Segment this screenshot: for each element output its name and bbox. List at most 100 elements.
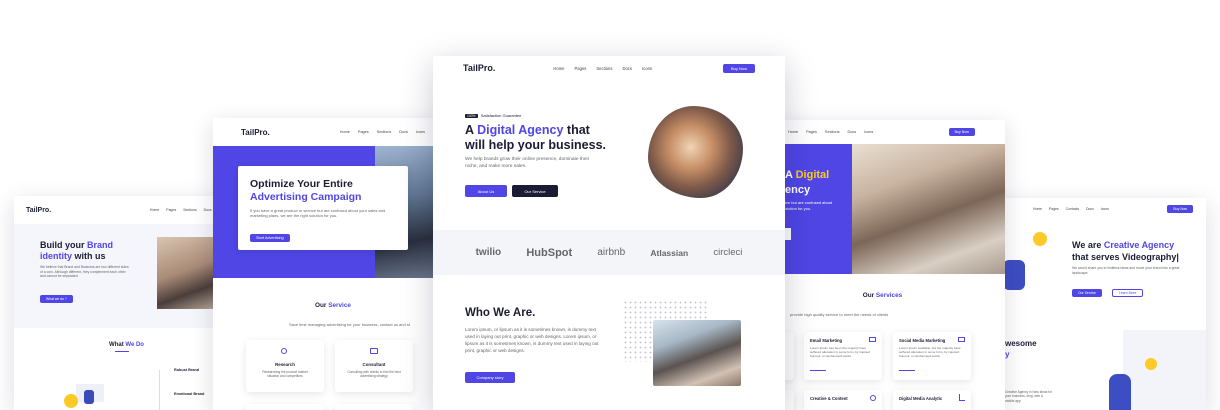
- brand-logo: circleci: [713, 247, 743, 258]
- what-we-do-button[interactable]: What we do ?: [40, 295, 73, 303]
- service-card-email[interactable]: Email Marketing Lorem Ipsum has been the…: [804, 332, 882, 380]
- service-card[interactable]: [246, 404, 324, 410]
- section-underline: [115, 351, 129, 352]
- menu-contacts[interactable]: Contacts: [1066, 207, 1079, 211]
- menu-pages[interactable]: Pages: [806, 130, 817, 134]
- menu-home[interactable]: Home: [788, 130, 798, 134]
- card-description: Lorem Ipsum available, but the majority …: [899, 346, 961, 359]
- start-advertising-button[interactable]: Start Advertising: [250, 234, 290, 242]
- section-title: What We Do: [109, 342, 144, 348]
- hero-photo: [852, 144, 1005, 274]
- hero-description: We believe that Brand and Business are t…: [40, 265, 129, 279]
- menu-icons[interactable]: Icons: [416, 130, 425, 134]
- section-description: Lorem ipsum, or lipsum as it is sometime…: [465, 327, 599, 353]
- mid-right-screenshot: Home Pages Sections Docs Icons Buy Now A…: [760, 120, 1005, 410]
- our-service-button[interactable]: Our Service: [512, 185, 558, 197]
- menu-docs[interactable]: Docs: [1086, 207, 1094, 211]
- service-card-creative[interactable]: Creative & Content: [804, 390, 882, 410]
- hero-description: We help brands grow their online presenc…: [465, 157, 590, 169]
- hero-title: A Digital Agency that will help your bus…: [465, 123, 607, 152]
- logo[interactable]: TailPro.: [241, 128, 270, 137]
- our-service-button[interactable]: Our Service: [1072, 289, 1102, 297]
- item-emotional-brand: Emotional Brand: [174, 392, 205, 396]
- feature-description: Creative Agency in New ideas for your bu…: [1005, 390, 1052, 403]
- hero-title: Optimize Your Entire Advertising Campaig…: [250, 178, 362, 203]
- menu-home[interactable]: Home: [150, 208, 159, 212]
- menu-docs[interactable]: Docs: [848, 130, 857, 134]
- card-title: Digital Media Analytic: [899, 396, 943, 401]
- card-title: Consultant: [362, 362, 386, 367]
- service-card-analytic[interactable]: Digital Media Analytic: [893, 390, 971, 410]
- section-title: Who We Are.: [465, 307, 536, 319]
- lightbulb-icon: [1145, 358, 1157, 370]
- brand-logo: Atlassian: [650, 247, 689, 258]
- hero-title: We are Creative Agency that serves Video…: [1072, 240, 1179, 262]
- service-card-research[interactable]: Research Researching the product market …: [246, 340, 324, 392]
- feature-background: [1123, 330, 1206, 410]
- illustration: [1003, 260, 1025, 290]
- company-story-button[interactable]: Company story: [465, 372, 515, 383]
- feature-title: wesome y: [1005, 339, 1037, 359]
- hero-description: If you have a great product or service b…: [250, 208, 386, 218]
- section-title: Our Services: [862, 292, 903, 299]
- menu-pages[interactable]: Pages: [166, 208, 176, 212]
- buy-now-button[interactable]: Buy Now: [948, 128, 975, 136]
- card-underline: [810, 370, 826, 371]
- main-menu: Home Pages Sections Docs Icons: [340, 130, 425, 134]
- menu-pages[interactable]: Pages: [1049, 207, 1059, 211]
- menu-docs[interactable]: Docs: [622, 66, 632, 71]
- chart-icon: [959, 394, 965, 401]
- menu-home[interactable]: Home: [553, 66, 564, 71]
- brand-logo: HubSpot: [526, 246, 573, 259]
- hero-description: ice but are confused about olution for y…: [785, 200, 833, 211]
- service-card[interactable]: [335, 404, 413, 410]
- buy-now-button[interactable]: Buy Now: [722, 63, 755, 73]
- center-screenshot: TailPro. Home Pages Sections Docs Icons …: [433, 56, 785, 410]
- hero-description: We would share you to limitless ideas an…: [1072, 266, 1180, 275]
- mid-left-screenshot: TailPro. Home Pages Sections Docs Icons …: [213, 118, 453, 410]
- menu-icons[interactable]: Icons: [864, 130, 873, 134]
- brand-logo: airbnb: [597, 247, 626, 258]
- item-robust-brand: Robust Brand: [174, 368, 200, 372]
- illustration: [62, 376, 108, 410]
- person-illustration: [1109, 374, 1131, 410]
- search-icon: [281, 348, 287, 354]
- card-description: Lorem Ipsum has been the majority have s…: [810, 346, 870, 359]
- card-description: Consulting with clients to find the best…: [347, 370, 401, 379]
- left-screenshot: TailPro. Home Pages Sections Docs Icons …: [14, 196, 239, 410]
- menu-pages[interactable]: Pages: [575, 66, 587, 71]
- brand-strip: twilio HubSpot airbnb Atlassian circleci: [433, 230, 785, 275]
- menu-home[interactable]: Home: [340, 130, 350, 134]
- hero-button[interactable]: [785, 228, 791, 240]
- mail-icon: [869, 337, 876, 342]
- right-screenshot: Home Pages Contacts Docs Icons Buy Now W…: [985, 198, 1206, 410]
- menu-pages[interactable]: Pages: [358, 130, 369, 134]
- menu-sections[interactable]: Sections: [183, 208, 196, 212]
- service-card-consultant[interactable]: Consultant Consulting with clients to fi…: [335, 340, 413, 392]
- menu-sections[interactable]: Sections: [825, 130, 840, 134]
- timeline-line: [159, 370, 160, 410]
- lightbulb-icon: [1033, 232, 1047, 246]
- hero-title: A Digital ency: [785, 169, 830, 196]
- logo[interactable]: TailPro.: [26, 207, 51, 214]
- menu-icons[interactable]: Icons: [642, 66, 652, 71]
- hero-card: Optimize Your Entire Advertising Campaig…: [238, 166, 408, 250]
- card-title: Creative & Content: [810, 396, 848, 401]
- menu-home[interactable]: Home: [1033, 207, 1042, 211]
- card-title: Email Marketing: [810, 338, 843, 343]
- menu-sections[interactable]: Sections: [377, 130, 392, 134]
- card-description: Researching the product market situation…: [262, 370, 308, 379]
- card-title: Social Media Marketing: [899, 338, 946, 343]
- menu-docs[interactable]: Docs: [204, 208, 212, 212]
- monitor-icon: [958, 337, 965, 342]
- logo[interactable]: TailPro.: [463, 63, 495, 73]
- main-menu: Home Pages Sections Docs Icons: [553, 66, 652, 71]
- buy-now-button[interactable]: Buy Now: [1167, 205, 1193, 213]
- menu-icons[interactable]: Icons: [1101, 207, 1109, 211]
- learn-more-button[interactable]: Learn More: [1112, 289, 1144, 297]
- menu-sections[interactable]: Sections: [596, 66, 612, 71]
- section-title: Our Service: [315, 302, 351, 309]
- about-us-button[interactable]: About Us: [465, 185, 507, 197]
- service-card-social[interactable]: Social Media Marketing Lorem Ipsum avail…: [893, 332, 971, 380]
- menu-docs[interactable]: Docs: [399, 130, 408, 134]
